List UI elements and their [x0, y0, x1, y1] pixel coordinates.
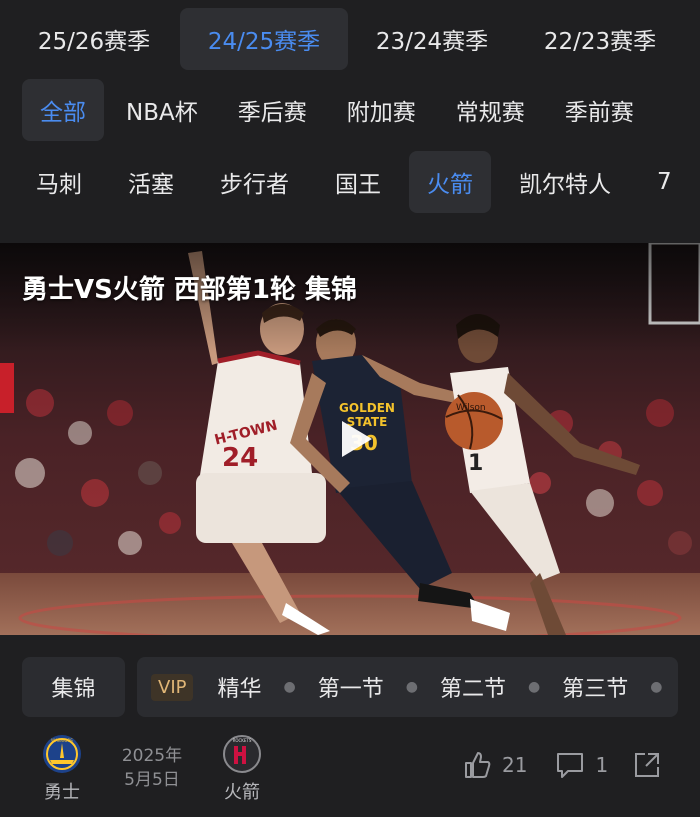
action-bar: 21 1 — [462, 750, 672, 780]
separator-dot: ● — [650, 679, 663, 695]
highlights-tag[interactable]: 集锦 — [22, 657, 125, 717]
tab-team-kings[interactable]: 国王 — [317, 151, 399, 213]
separator-dot: ● — [527, 679, 541, 695]
team-tabs: 马刺 活塞 步行者 国王 火箭 凯尔特人 7 — [0, 151, 700, 213]
tag-quarter-2[interactable]: 第二节 — [440, 671, 506, 703]
comment-count: 1 — [595, 753, 609, 777]
tab-team-pacers[interactable]: 步行者 — [202, 151, 307, 213]
video-title: 勇士VS火箭 西部第1轮 集锦 — [22, 275, 358, 305]
match-date: 2025年 5月5日 — [112, 744, 192, 792]
rockets-logo-text: ROCKETS — [233, 738, 252, 743]
warriors-logo-icon: WARRIORS — [43, 735, 81, 773]
tab-team-spurs[interactable]: 马刺 — [18, 151, 100, 213]
thumbs-up-icon — [465, 752, 491, 778]
tab-season-25-26[interactable]: 25/26赛季 — [0, 8, 180, 70]
tag-quarter-3[interactable]: 第三节 — [562, 671, 628, 703]
ball-brand-text: Wilson — [456, 403, 486, 413]
category-tabs: 全部 NBA杯 季后赛 附加赛 常规赛 季前赛 — [0, 79, 700, 141]
tab-team-celtics[interactable]: 凯尔特人 — [501, 151, 629, 213]
jersey-number-right: 1 — [468, 451, 484, 476]
home-team[interactable]: WARRIORS 勇士 — [38, 734, 86, 804]
home-team-name: 勇士 — [44, 782, 80, 803]
segment-tags: VIP 精华 ● 第一节 ● 第二节 ● 第三节 ● — [137, 657, 678, 717]
vip-badge: VIP — [151, 673, 194, 701]
tag-quarter-1[interactable]: 第一节 — [318, 671, 384, 703]
video-tag-bar: 集锦 VIP 精华 ● 第一节 ● 第二节 ● 第三节 ● — [0, 657, 700, 717]
jersey-number-left: 24 — [222, 443, 259, 473]
tab-season-23-24[interactable]: 23/24赛季 — [348, 8, 516, 70]
play-icon[interactable] — [334, 417, 378, 461]
warriors-logo-text: WARRIORS — [51, 738, 73, 743]
video-player[interactable]: 勇士VS火箭 西部第1轮 集锦 H-TOWN 24 GOLDEN STATE 3… — [0, 243, 700, 635]
highlights-tag-label: 集锦 — [51, 677, 96, 702]
separator-dot: ● — [405, 679, 418, 695]
tab-category-play-in[interactable]: 附加赛 — [329, 79, 434, 141]
separator-dot: ● — [283, 679, 296, 695]
rockets-logo-icon: ROCKETS — [223, 735, 261, 773]
share-icon — [635, 753, 660, 777]
tab-category-playoffs[interactable]: 季后赛 — [220, 79, 325, 141]
tag-essence[interactable]: 精华 — [217, 671, 261, 703]
tab-category-preseason[interactable]: 季前赛 — [547, 79, 652, 141]
away-team[interactable]: ROCKETS 火箭 — [218, 734, 266, 804]
tab-season-22-23[interactable]: 22/23赛季 — [516, 8, 684, 70]
comment-button[interactable]: 1 — [555, 750, 608, 780]
like-button[interactable]: 21 — [462, 750, 527, 780]
tab-category-all[interactable]: 全部 — [22, 79, 104, 141]
match-date-year: 2025年 — [121, 746, 183, 766]
tab-team-partial[interactable]: 7 — [639, 151, 690, 213]
share-button[interactable] — [632, 750, 672, 780]
tab-category-nba-cup[interactable]: NBA杯 — [108, 79, 216, 141]
comment-icon — [557, 753, 584, 778]
tab-team-pistons[interactable]: 活塞 — [110, 151, 192, 213]
away-team-name: 火箭 — [224, 782, 260, 803]
match-date-day: 5月5日 — [124, 770, 180, 790]
tab-team-rockets[interactable]: 火箭 — [409, 151, 491, 213]
season-tabs: 25/26赛季 24/25赛季 23/24赛季 22/23赛季 — [0, 8, 700, 70]
tab-season-24-25[interactable]: 24/25赛季 — [180, 8, 348, 70]
like-count: 21 — [502, 753, 528, 777]
tab-category-regular-season[interactable]: 常规赛 — [438, 79, 543, 141]
